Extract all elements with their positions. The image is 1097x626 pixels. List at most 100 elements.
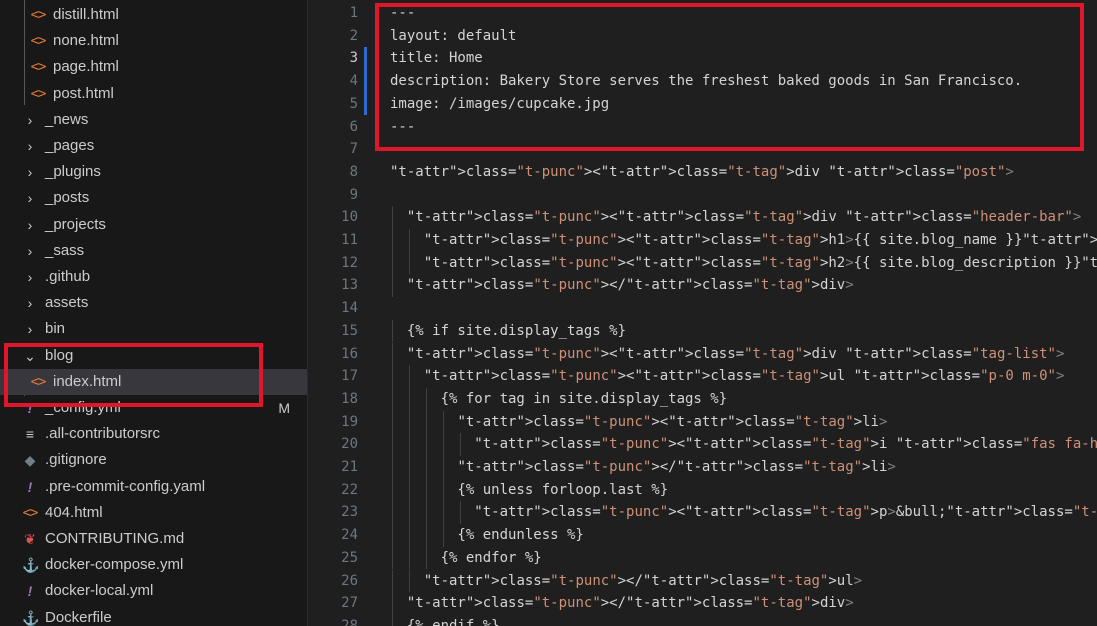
explorer-item-posts[interactable]: › _posts <box>0 185 307 211</box>
line-number: 6 <box>349 118 358 135</box>
code-line[interactable]: "t-attr">class="t-punc"><"t-attr">class=… <box>390 229 1097 252</box>
explorer-item-sass[interactable]: › _sass <box>0 238 307 264</box>
explorer-item-404-html[interactable]: <> 404.html <box>0 500 307 526</box>
explorer-item-index-html[interactable]: <> index.html <box>0 368 307 395</box>
code-line[interactable]: "t-attr">class="t-punc"><"t-attr">class=… <box>390 433 1097 456</box>
explorer-item-label: bin <box>45 320 66 338</box>
explorer-item-github[interactable]: › .github <box>0 264 307 290</box>
explorer-item-docker-compose-yml[interactable]: ⚓ docker-compose.yml <box>0 552 307 578</box>
line-number: 4 <box>349 73 358 90</box>
line-number: 16 <box>341 345 358 362</box>
explorer-item-all-contributorsrc[interactable]: ≡ .all-contributorsrc <box>0 421 307 447</box>
explorer-item-bin[interactable]: › bin <box>0 316 307 342</box>
line-number: 20 <box>341 436 358 453</box>
code-line[interactable]: layout: default <box>390 25 516 48</box>
indent-guide <box>392 342 393 366</box>
indent-guide <box>442 478 444 502</box>
explorer-item-gitignore[interactable]: ◆ .gitignore <box>0 447 307 473</box>
explorer-item-label: blog <box>45 346 74 364</box>
line-number: 19 <box>341 413 358 430</box>
line-number: 10 <box>341 209 358 226</box>
code-line[interactable]: "t-attr">class="t-punc"><"t-attr">class=… <box>390 343 1065 366</box>
code-line[interactable]: title: Home <box>390 47 483 70</box>
indent-guide <box>425 387 427 411</box>
line-number: 25 <box>341 549 358 566</box>
code-line[interactable]: "t-attr">class="t-punc"><"t-attr">class=… <box>390 365 1065 388</box>
docker-icon: ⚓ <box>22 609 40 626</box>
indent-guide <box>392 365 393 388</box>
explorer-item-distill-html[interactable]: <> distill.html <box>0 2 307 28</box>
html-icon: <> <box>30 7 47 23</box>
code-line[interactable]: "t-attr">class="t-punc"></"t-attr">class… <box>390 274 854 297</box>
code-line[interactable]: "t-attr">class="t-punc"><"t-attr">class=… <box>390 411 887 434</box>
indent-guide <box>459 433 461 456</box>
code-line[interactable]: "t-attr">class="t-punc"><"t-attr">class=… <box>390 252 1097 275</box>
explorer-sidebar: <> distill.html <> none.html <> page.html <> po… <box>0 0 308 626</box>
code-line[interactable]: {% endfor %} <box>390 547 542 570</box>
line-number: 24 <box>341 527 358 544</box>
line-number: 3 <box>349 50 358 67</box>
ribbon-icon: ❦ <box>24 531 36 547</box>
html-icon: <> <box>22 504 39 521</box>
chevron-down-icon: ⌄ <box>24 347 36 364</box>
code-line[interactable]: {% for tag in site.display_tags %} <box>390 388 728 411</box>
explorer-item-projects[interactable]: › _projects <box>0 212 307 238</box>
explorer-item-label: Dockerfile <box>45 608 112 626</box>
docker-icon: ⚓ <box>22 557 40 574</box>
code-line[interactable]: {% unless forloop.last %} <box>390 479 668 502</box>
explorer-item-none-html[interactable]: <> none.html <box>0 28 307 54</box>
code-line[interactable]: "t-attr">class="t-punc"></"t-attr">class… <box>390 570 862 593</box>
explorer-item-label: none.html <box>53 32 119 50</box>
explorer-item-config-yml[interactable]: ! _config.yml M <box>0 395 307 421</box>
indent-guide <box>408 387 410 411</box>
indent-guide <box>392 410 393 434</box>
indent-guide <box>459 501 461 525</box>
explorer-item-dockerfile[interactable]: ⚓ Dockerfile <box>0 605 307 626</box>
code-line[interactable]: description: Bakery Store serves the fre… <box>390 70 1022 93</box>
explorer-item-label: 404.html <box>45 503 103 521</box>
explorer-item-blog[interactable]: ⌄ blog <box>0 343 307 369</box>
explorer-item-label: .all-contributorsrc <box>45 425 161 443</box>
indent-guide <box>425 433 427 456</box>
explorer-item-assets[interactable]: › assets <box>0 290 307 316</box>
explorer-item-contributing-md[interactable]: ❦ CONTRIBUTING.md <box>0 526 307 552</box>
indent-guide <box>408 569 410 593</box>
code-line[interactable]: {% endif %} <box>390 615 500 626</box>
indent-guide <box>392 319 393 343</box>
code-line[interactable]: "t-attr">class="t-punc"></"t-attr">class… <box>390 456 895 479</box>
explorer-item-post-html[interactable]: <> post.html <box>0 81 307 107</box>
code-line[interactable]: "t-attr">class="t-punc"><"t-attr">class=… <box>390 501 1097 524</box>
code-line[interactable]: --- <box>390 116 415 139</box>
indent-guide <box>408 501 410 525</box>
explorer-item-label: _projects <box>45 215 106 233</box>
code-line[interactable]: "t-attr">class="t-punc"></"t-attr">class… <box>390 592 854 615</box>
code-editor[interactable]: 1 2 3 4 5 6 7 8 9 10 11 12 13 14 15 16 17 18 19 20 21 22 23 24 2… <box>308 0 1097 626</box>
explorer-item-label: _posts <box>45 189 90 207</box>
explorer-item-label: .gitignore <box>45 451 107 469</box>
code-line[interactable]: {% if site.display_tags %} <box>390 320 626 343</box>
explorer-item-label: docker-compose.yml <box>45 556 184 574</box>
explorer-item-label: docker-local.yml <box>45 582 154 600</box>
indent-guide <box>392 524 393 547</box>
code-line[interactable]: image: /images/cupcake.jpg <box>390 93 609 116</box>
code-line[interactable]: --- <box>390 2 415 25</box>
explorer-item-pre-commit-config-yaml[interactable]: ! .pre-commit-config.yaml <box>0 474 307 500</box>
line-number: 27 <box>341 595 358 612</box>
indent-guide <box>392 251 393 275</box>
indent-guide <box>392 592 393 615</box>
indent-guide <box>442 433 444 456</box>
indent-guide <box>425 478 427 502</box>
explorer-item-page-html[interactable]: <> page.html <box>0 54 307 80</box>
explorer-item-news[interactable]: › _news <box>0 107 307 133</box>
indent-guide <box>392 501 393 525</box>
explorer-item-pages[interactable]: › _pages <box>0 133 307 159</box>
code-line[interactable]: "t-attr">class="t-punc"><"t-attr">class=… <box>390 161 1014 184</box>
code-line[interactable]: {% endunless %} <box>390 524 583 547</box>
explorer-item-label: _pages <box>45 137 95 154</box>
lines-icon: ≡ <box>25 426 35 443</box>
indent-guide <box>408 365 410 388</box>
explorer-item-docker-local-yml[interactable]: ! docker-local.yml <box>0 578 307 604</box>
indent-guide <box>408 478 410 502</box>
code-line[interactable]: "t-attr">class="t-punc"><"t-attr">class=… <box>390 206 1081 229</box>
explorer-item-plugins[interactable]: › _plugins <box>0 159 307 185</box>
